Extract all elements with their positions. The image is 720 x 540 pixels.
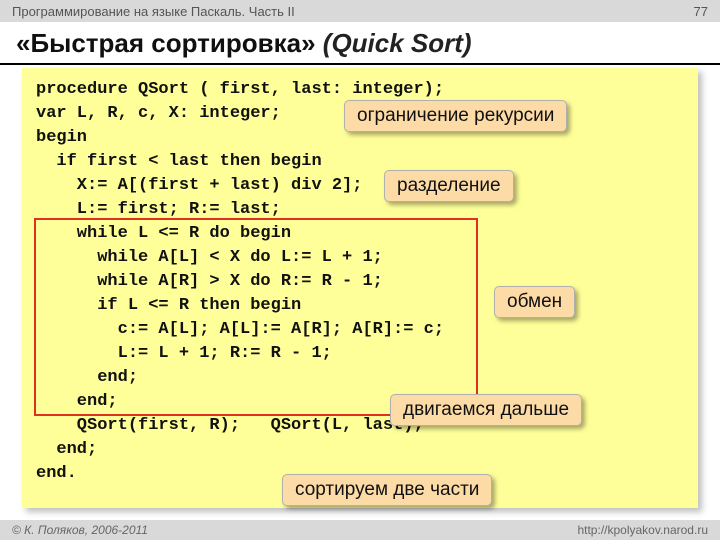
code-line: end; xyxy=(36,438,684,462)
footer: © К. Поляков, 2006-2011 http://kpolyakov… xyxy=(0,520,720,540)
title-main: «Быстрая сортировка» xyxy=(16,28,316,58)
callout-recursion-limit: ограничение рекурсии xyxy=(344,100,567,132)
callout-swap: обмен xyxy=(494,286,575,318)
topbar-left: Программирование на языке Паскаль. Часть… xyxy=(12,4,295,19)
callout-partition: разделение xyxy=(384,170,514,202)
title-sub: (Quick Sort) xyxy=(323,28,472,58)
callout-recurse-parts: сортируем две части xyxy=(282,474,492,506)
callout-advance: двигаемся дальше xyxy=(390,394,582,426)
topbar: Программирование на языке Паскаль. Часть… xyxy=(0,0,720,22)
highlight-box xyxy=(34,218,478,416)
footer-left: © К. Поляков, 2006-2011 xyxy=(12,523,148,537)
code-line: QSort(first, R); QSort(L, last); xyxy=(36,414,684,438)
code-line: X:= A[(first + last) div 2]; xyxy=(36,174,684,198)
footer-right: http://kpolyakov.narod.ru xyxy=(577,523,708,537)
code-line: procedure QSort ( first, last: integer); xyxy=(36,78,684,102)
slide: Программирование на языке Паскаль. Часть… xyxy=(0,0,720,540)
slide-title: «Быстрая сортировка» (Quick Sort) xyxy=(0,22,720,65)
code-line: if first < last then begin xyxy=(36,150,684,174)
page-number: 77 xyxy=(694,4,708,19)
